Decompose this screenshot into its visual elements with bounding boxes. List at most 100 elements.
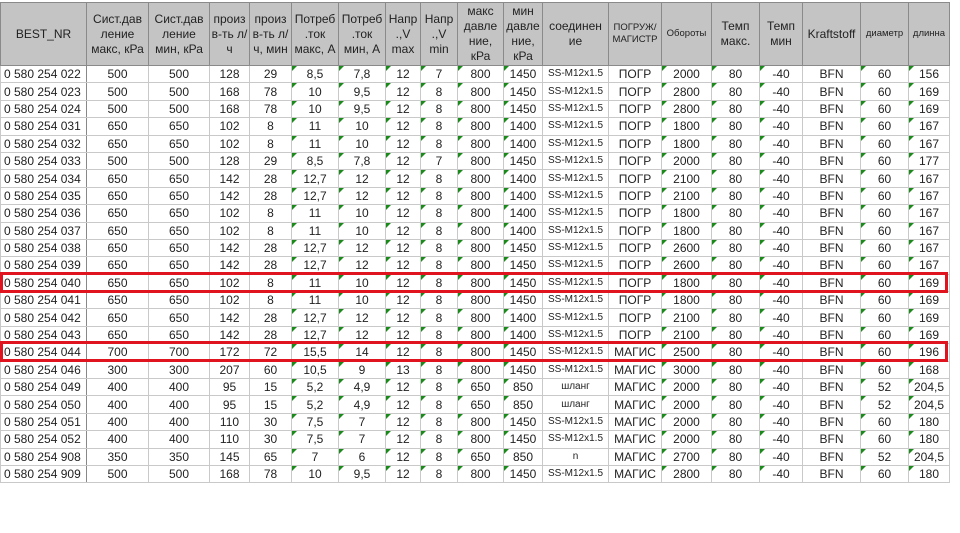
cell[interactable]: 72: [249, 343, 292, 362]
cell[interactable]: -40: [759, 325, 803, 345]
cell[interactable]: 9: [338, 360, 386, 380]
cell[interactable]: 1800: [661, 273, 712, 293]
cell[interactable]: 8: [420, 134, 458, 153]
cell[interactable]: -40: [759, 430, 803, 449]
cell[interactable]: 60: [860, 308, 909, 327]
cell[interactable]: 204,5: [908, 395, 950, 414]
column-header[interactable]: Сист.дав ление мин, кРа: [148, 2, 210, 66]
cell[interactable]: BFN: [802, 186, 861, 206]
cell[interactable]: 350: [148, 447, 210, 466]
cell[interactable]: -40: [759, 117, 803, 136]
cell[interactable]: -40: [759, 291, 803, 310]
cell[interactable]: 80: [711, 169, 760, 188]
cell[interactable]: 168: [209, 464, 250, 484]
cell[interactable]: BFN: [802, 378, 861, 397]
cell[interactable]: 12: [385, 273, 421, 293]
cell[interactable]: SS-M12x1.5: [542, 169, 609, 188]
cell[interactable]: 14: [338, 343, 386, 362]
cell[interactable]: 169: [908, 291, 950, 310]
cell[interactable]: 177: [908, 151, 950, 171]
column-header[interactable]: Напр .,V min: [420, 2, 458, 66]
cell[interactable]: 0 580 254 033: [0, 151, 87, 171]
cell[interactable]: 3000: [661, 360, 712, 380]
cell[interactable]: 12: [385, 151, 421, 171]
cell[interactable]: 650: [86, 238, 149, 258]
cell[interactable]: 12: [385, 99, 421, 119]
cell[interactable]: 78: [249, 82, 292, 101]
cell[interactable]: 8: [420, 308, 458, 327]
cell[interactable]: 800: [457, 186, 504, 206]
cell[interactable]: 30: [249, 412, 292, 432]
cell[interactable]: 0 580 254 908: [0, 447, 87, 466]
cell[interactable]: 12,7: [291, 186, 339, 206]
cell[interactable]: 167: [908, 256, 950, 275]
cell[interactable]: 800: [457, 464, 504, 484]
cell[interactable]: 1400: [503, 325, 543, 345]
cell[interactable]: -40: [759, 204, 803, 223]
cell[interactable]: SS-M12x1.5: [542, 117, 609, 136]
cell[interactable]: -40: [759, 82, 803, 101]
cell[interactable]: ПОГР: [608, 221, 662, 240]
cell[interactable]: ПОГР: [608, 151, 662, 171]
column-header[interactable]: Потреб .ток мин, А: [338, 2, 386, 66]
column-header[interactable]: BEST_NR: [0, 2, 87, 66]
cell[interactable]: 52: [860, 395, 909, 414]
cell[interactable]: 800: [457, 430, 504, 449]
cell[interactable]: -40: [759, 273, 803, 293]
cell[interactable]: 10: [338, 273, 386, 293]
cell[interactable]: 80: [711, 256, 760, 275]
cell[interactable]: 8: [420, 291, 458, 310]
cell[interactable]: 142: [209, 256, 250, 275]
cell[interactable]: 800: [457, 412, 504, 432]
cell[interactable]: 400: [148, 412, 210, 432]
cell[interactable]: 1450: [503, 238, 543, 258]
cell[interactable]: 60: [860, 204, 909, 223]
cell[interactable]: 2700: [661, 447, 712, 466]
cell[interactable]: 500: [148, 151, 210, 171]
cell[interactable]: ПОГР: [608, 134, 662, 153]
cell[interactable]: 400: [86, 412, 149, 432]
cell[interactable]: 30: [249, 430, 292, 449]
cell[interactable]: 65: [249, 447, 292, 466]
cell[interactable]: 10: [338, 204, 386, 223]
cell[interactable]: 80: [711, 151, 760, 171]
cell[interactable]: 650: [148, 117, 210, 136]
cell[interactable]: 167: [908, 134, 950, 153]
cell[interactable]: 128: [209, 64, 250, 84]
cell[interactable]: 9,5: [338, 99, 386, 119]
cell[interactable]: 7: [338, 412, 386, 432]
cell[interactable]: 80: [711, 447, 760, 466]
cell[interactable]: 8: [420, 378, 458, 397]
cell[interactable]: 28: [249, 325, 292, 345]
cell[interactable]: 11: [291, 273, 339, 293]
cell[interactable]: 6: [338, 447, 386, 466]
cell[interactable]: 12,7: [291, 238, 339, 258]
cell[interactable]: 142: [209, 169, 250, 188]
cell[interactable]: 800: [457, 238, 504, 258]
cell[interactable]: 12: [385, 221, 421, 240]
cell[interactable]: -40: [759, 186, 803, 206]
cell[interactable]: 1450: [503, 273, 543, 293]
cell[interactable]: 8: [420, 238, 458, 258]
cell[interactable]: 1450: [503, 343, 543, 362]
cell[interactable]: 204,5: [908, 447, 950, 466]
cell[interactable]: 650: [86, 325, 149, 345]
cell[interactable]: 8: [249, 134, 292, 153]
cell[interactable]: 10: [291, 99, 339, 119]
cell[interactable]: 650: [148, 256, 210, 275]
cell[interactable]: 800: [457, 117, 504, 136]
cell[interactable]: 60: [860, 82, 909, 101]
cell[interactable]: 1800: [661, 134, 712, 153]
cell[interactable]: 800: [457, 291, 504, 310]
cell[interactable]: 28: [249, 238, 292, 258]
cell[interactable]: 8: [249, 204, 292, 223]
cell[interactable]: 800: [457, 204, 504, 223]
cell[interactable]: 10: [291, 464, 339, 484]
cell[interactable]: 800: [457, 325, 504, 345]
cell[interactable]: 0 580 254 036: [0, 204, 87, 223]
cell[interactable]: 12: [385, 291, 421, 310]
cell[interactable]: 8: [420, 430, 458, 449]
cell[interactable]: 102: [209, 291, 250, 310]
cell[interactable]: SS-M12x1.5: [542, 291, 609, 310]
cell[interactable]: 80: [711, 64, 760, 84]
